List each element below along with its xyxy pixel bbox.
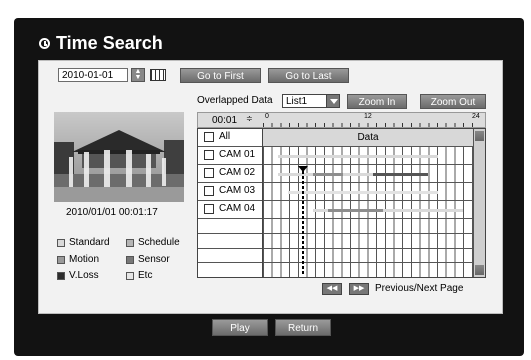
standard-legend-label: Standard xyxy=(69,237,110,248)
playhead-line xyxy=(302,171,304,274)
palace-fountain-photo xyxy=(54,112,184,202)
date-spinner[interactable]: ▲ ▼ xyxy=(131,68,145,82)
overlapped-data-select[interactable]: List1 xyxy=(282,94,340,108)
motion-legend-label: Motion xyxy=(69,254,100,265)
recording-bar xyxy=(313,173,343,176)
recording-bar xyxy=(278,155,438,158)
next-page-button[interactable]: ▶▶ xyxy=(349,283,369,295)
tick-label-24: 24 xyxy=(472,113,480,120)
schedule-legend-swatch xyxy=(126,239,134,247)
recording-bar xyxy=(328,209,383,212)
main-panel: 2010-01-01 ▲ ▼ Go to First Go to Last Ove… xyxy=(38,60,503,314)
etc-legend-label: Etc xyxy=(138,270,153,281)
recording-bar xyxy=(373,173,428,176)
overlapped-data-label: Overlapped Data xyxy=(197,95,273,106)
recording-bar xyxy=(288,191,438,194)
clock-icon xyxy=(39,38,50,49)
tick-label-12: 12 xyxy=(364,113,372,120)
time-ruler[interactable]: 00:01 ≑ 0 12 24 xyxy=(197,112,486,128)
title-bar: Time Search xyxy=(26,30,514,58)
scroll-down-icon[interactable] xyxy=(475,265,484,275)
paging-label: Previous/Next Page xyxy=(375,283,464,294)
chevron-down-icon[interactable] xyxy=(326,94,340,108)
overlapped-data-value: List1 xyxy=(286,96,308,107)
window-title: Time Search xyxy=(56,33,163,53)
sensor-legend-swatch xyxy=(126,256,134,264)
previous-page-button[interactable]: ◀◀ xyxy=(322,283,342,295)
return-button[interactable]: Return xyxy=(275,319,331,336)
current-time: 00:01 xyxy=(212,115,238,126)
vertical-scrollbar[interactable] xyxy=(473,129,485,277)
time-spinner[interactable]: ≑ xyxy=(246,114,253,123)
zoom-out-button[interactable]: Zoom Out xyxy=(420,94,486,109)
etc-legend-swatch xyxy=(126,272,134,280)
sensor-legend-label: Sensor xyxy=(138,254,170,265)
vloss-legend-label: V.Loss xyxy=(69,270,99,281)
standard-legend-swatch xyxy=(57,239,65,247)
play-button[interactable]: Play xyxy=(212,319,268,336)
tick-label-0: 0 xyxy=(265,113,269,120)
go-to-last-button[interactable]: Go to Last xyxy=(268,68,349,83)
preview-timestamp: 2010/01/01 00:01:17 xyxy=(66,207,158,218)
preview-image xyxy=(54,112,184,202)
motion-legend-swatch xyxy=(57,256,65,264)
zoom-in-button[interactable]: Zoom In xyxy=(347,94,407,109)
camera-name-column xyxy=(198,129,263,277)
schedule-legend-label: Schedule xyxy=(138,237,180,248)
scroll-up-icon[interactable] xyxy=(475,131,484,141)
ruler-ticks xyxy=(263,123,473,127)
timeline-grid[interactable]: Data All CAM 01 CAM 02 CAM 03 CAM 04 xyxy=(197,128,486,278)
calendar-icon[interactable] xyxy=(150,69,166,81)
time-search-screen: Time Search 2010-01-01 ▲ ▼ Go to First Go… xyxy=(0,0,531,360)
go-to-first-button[interactable]: Go to First xyxy=(180,68,261,83)
vloss-legend-swatch xyxy=(57,272,65,280)
date-field[interactable]: 2010-01-01 xyxy=(58,68,128,82)
